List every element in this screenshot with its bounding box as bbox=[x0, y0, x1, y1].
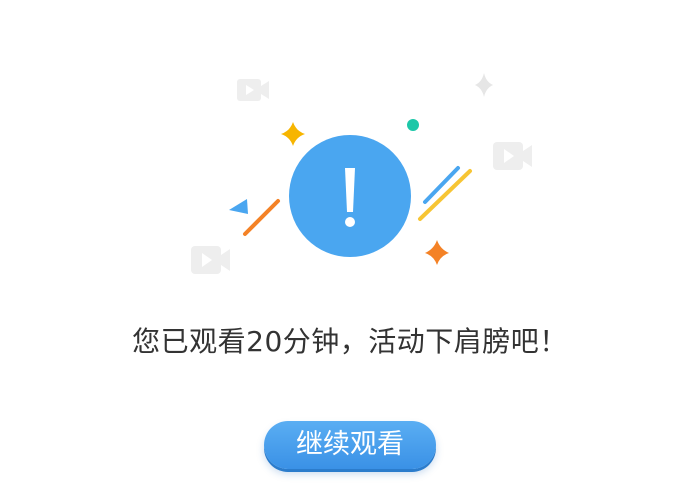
triangle-icon bbox=[229, 199, 248, 214]
video-camera-icon bbox=[191, 246, 230, 274]
exclamation-icon bbox=[289, 135, 411, 257]
break-reminder-message: 您已观看20分钟，活动下肩膀吧！ bbox=[132, 325, 568, 358]
stripe-decoration bbox=[418, 169, 472, 221]
break-reminder-screen: 您已观看20分钟，活动下肩膀吧！ 继续观看 bbox=[0, 0, 700, 500]
stripe-decoration bbox=[243, 199, 280, 236]
sparkle-icon bbox=[475, 73, 493, 97]
dot-decoration bbox=[407, 119, 419, 131]
sparkle-icon bbox=[281, 122, 305, 146]
break-reminder-illustration bbox=[191, 73, 532, 274]
sparkle-icon bbox=[425, 240, 449, 265]
video-camera-icon bbox=[237, 79, 269, 101]
continue-watching-button[interactable]: 继续观看 bbox=[264, 421, 436, 469]
video-camera-icon bbox=[493, 142, 532, 170]
